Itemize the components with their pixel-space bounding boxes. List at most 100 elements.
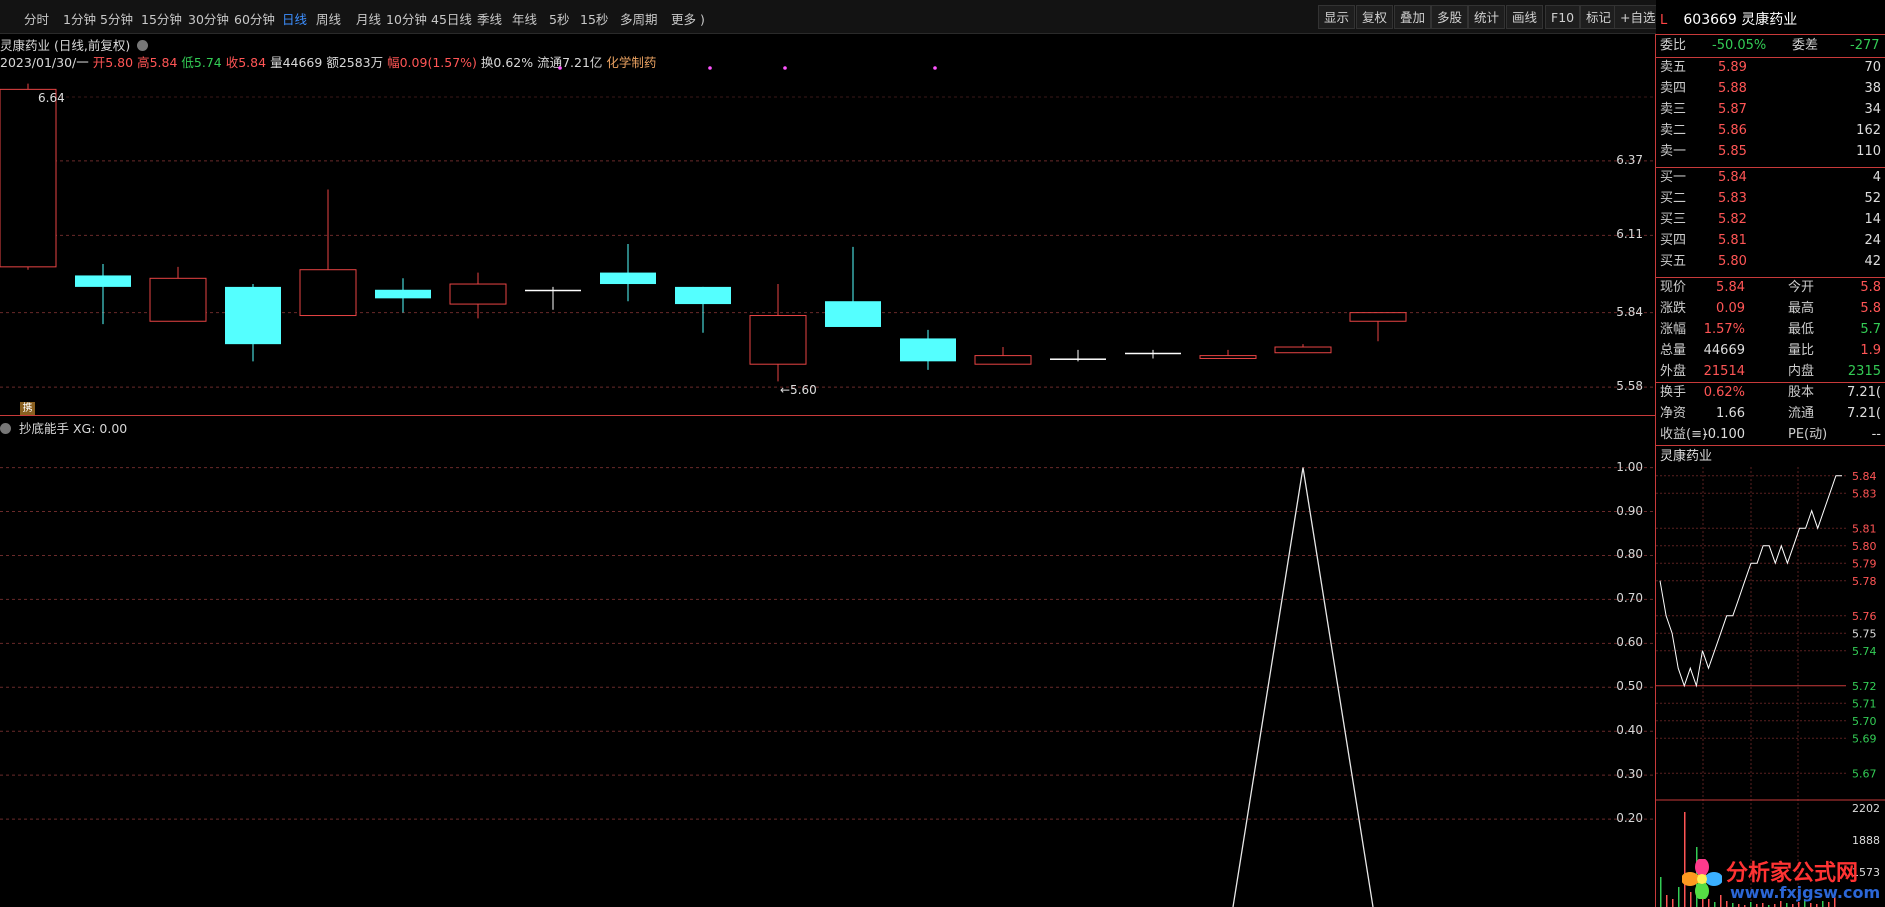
toolbar-action-8[interactable]: +自选 bbox=[1614, 5, 1662, 29]
timeframe-9[interactable]: 10分钟 bbox=[386, 9, 427, 28]
mini-axis-label: 5.69 bbox=[1852, 732, 1877, 745]
pane-divider[interactable] bbox=[0, 415, 1655, 416]
stock-code-name: 603669 灵康药业 bbox=[1683, 12, 1798, 28]
stat2-row-2: 收益(≡) -0.100 PE(动) -- bbox=[1660, 427, 1881, 442]
candle-6 bbox=[449, 272, 507, 319]
info-low: 低5.74 bbox=[181, 55, 222, 70]
candle-body-14 bbox=[1050, 358, 1106, 360]
candle-16 bbox=[1199, 349, 1257, 359]
mini-axis-label: 5.76 bbox=[1852, 610, 1877, 623]
info-close: 收5.84 bbox=[225, 55, 267, 70]
toolbar-action-3[interactable]: 多股 bbox=[1431, 5, 1469, 29]
info-high: 高5.84 bbox=[137, 55, 178, 70]
timeframe-14[interactable]: 15秒 bbox=[580, 9, 608, 28]
timeframe-4[interactable]: 30分钟 bbox=[188, 9, 229, 28]
bid-row-2[interactable]: 买三 5.82 14 bbox=[1660, 210, 1885, 230]
indicator-axis-label: 1.00 bbox=[1616, 459, 1643, 474]
stat-row-0: 现价 5.84 今开 5.8 bbox=[1660, 280, 1881, 295]
ask-row-1[interactable]: 卖四 5.88 38 bbox=[1660, 79, 1885, 99]
indicator-line bbox=[1232, 467, 1374, 907]
candle-body-12 bbox=[900, 338, 956, 362]
max-price-marker: 6.64 bbox=[38, 91, 65, 105]
toolbar-action-6[interactable]: F10 bbox=[1545, 5, 1581, 29]
toolbar-action-4[interactable]: 统计 bbox=[1468, 5, 1506, 29]
info-sector: 化学制药 bbox=[606, 55, 657, 70]
intraday-mini-chart[interactable]: 5.84 5.83 5.81 5.80 5.79 5.78 5.76 5.75 5.74 5.72… bbox=[1656, 467, 1885, 907]
timeframe-10[interactable]: 45日线 bbox=[431, 9, 472, 28]
indicator-axis-label: 0.80 bbox=[1616, 547, 1643, 562]
candle-7 bbox=[525, 286, 581, 310]
kline-chart[interactable]: 6.64 ←5.60 bbox=[0, 0, 1655, 907]
mini-vol-bar bbox=[1660, 877, 1662, 907]
mini-axis-label: 5.80 bbox=[1852, 540, 1877, 553]
info-open: 开5.80 bbox=[92, 55, 134, 70]
settings-dot-icon[interactable] bbox=[137, 40, 149, 51]
ask-row-2[interactable]: 卖三 5.87 34 bbox=[1660, 100, 1885, 120]
signal-dot bbox=[783, 66, 787, 70]
timeframe-12[interactable]: 年线 bbox=[512, 9, 537, 28]
signal-dot bbox=[708, 66, 712, 70]
mini-axis-label: 5.71 bbox=[1852, 697, 1877, 710]
stat-row-1: 涨跌 0.09 最高 5.8 bbox=[1660, 301, 1881, 316]
candle-18 bbox=[1349, 312, 1407, 342]
candle-4 bbox=[299, 189, 357, 317]
indicator-settings-icon[interactable] bbox=[0, 423, 11, 434]
stat2-row-1: 净资 1.66 流通 7.21( bbox=[1660, 406, 1881, 421]
timeframe-13[interactable]: 5秒 bbox=[549, 9, 569, 28]
info-volume: 量44669 bbox=[270, 55, 323, 70]
mini-axis-label: 5.74 bbox=[1852, 645, 1877, 658]
bid-row-1[interactable]: 买二 5.83 52 bbox=[1660, 189, 1885, 209]
timeframe-2[interactable]: 5分钟 bbox=[100, 9, 133, 28]
ask-row-0[interactable]: 卖五 5.89 70 bbox=[1660, 58, 1885, 78]
mini-axis-label: 5.81 bbox=[1852, 522, 1877, 535]
info-change: 幅0.09(1.57%) bbox=[387, 55, 477, 70]
candle-body-3 bbox=[225, 286, 281, 345]
timeframe-0[interactable]: 分时 bbox=[24, 9, 49, 28]
watermark-logo: 分析家公式网 www.fxjgsw.com bbox=[1680, 855, 1885, 907]
ask-row-3[interactable]: 卖二 5.86 162 bbox=[1660, 121, 1885, 141]
timeframe-15[interactable]: 多周期 bbox=[620, 9, 658, 28]
toolbar-action-7[interactable]: 标记 bbox=[1580, 5, 1618, 29]
ask-row-4[interactable]: 卖一 5.85 110 bbox=[1660, 142, 1885, 162]
toolbar-action-5[interactable]: 画线 bbox=[1506, 5, 1544, 29]
timeframe-16[interactable]: 更多 ) bbox=[671, 9, 705, 28]
indicator-axis-label: 0.70 bbox=[1616, 591, 1643, 606]
indicator-value: XG: 0.00 bbox=[72, 421, 128, 436]
candle-body-9 bbox=[675, 286, 731, 305]
indicator-axis-label: 0.30 bbox=[1616, 767, 1643, 782]
mini-vol-bar bbox=[1666, 895, 1668, 907]
event-badge[interactable]: 携 bbox=[20, 402, 35, 415]
candle-body-2 bbox=[149, 277, 207, 322]
bid-row-0[interactable]: 买一 5.84 4 bbox=[1660, 168, 1885, 188]
info-date: 2023/01/30/一 bbox=[0, 55, 89, 70]
candle-1 bbox=[75, 263, 131, 325]
min-price-marker: ←5.60 bbox=[780, 383, 817, 397]
timeframe-6[interactable]: 日线 bbox=[282, 9, 307, 28]
toolbar-action-2[interactable]: 叠加 bbox=[1394, 5, 1432, 29]
indicator-axis-label: 0.20 bbox=[1616, 811, 1643, 826]
toolbar-action-1[interactable]: 复权 bbox=[1356, 5, 1394, 29]
candle-body-5 bbox=[375, 289, 431, 299]
timeframe-7[interactable]: 周线 bbox=[316, 9, 341, 28]
timeframe-8[interactable]: 月线 bbox=[356, 9, 381, 28]
indicator-axis-label: 0.40 bbox=[1616, 723, 1643, 738]
price-axis-label: 5.84 bbox=[1616, 304, 1643, 319]
mini-axis-label: 5.78 bbox=[1852, 575, 1877, 588]
timeframe-11[interactable]: 季线 bbox=[477, 9, 502, 28]
timeframe-3[interactable]: 15分钟 bbox=[141, 9, 182, 28]
candle-0 bbox=[0, 83, 57, 270]
timeframe-5[interactable]: 60分钟 bbox=[234, 9, 275, 28]
bid-row-4[interactable]: 买五 5.80 42 bbox=[1660, 252, 1885, 272]
toolbar-action-0[interactable]: 显示 bbox=[1318, 5, 1356, 29]
market-flag: L bbox=[1660, 13, 1668, 28]
indicator-label: 抄底能手 XG: 0.00 bbox=[0, 418, 127, 437]
price-axis-label: 6.37 bbox=[1616, 152, 1643, 167]
quote-panel: L 603669 灵康药业 委比 -50.05% 委差 -277 卖五 5.89 7… bbox=[1656, 0, 1885, 907]
candle-body-17 bbox=[1274, 346, 1332, 354]
candle-10 bbox=[749, 284, 807, 382]
timeframe-1[interactable]: 1分钟 bbox=[63, 9, 96, 28]
price-axis-label: 6.11 bbox=[1616, 227, 1643, 242]
bid-row-3[interactable]: 买四 5.81 24 bbox=[1660, 231, 1885, 251]
mini-axis-label: 5.75 bbox=[1852, 627, 1877, 640]
candle-8 bbox=[600, 243, 656, 302]
